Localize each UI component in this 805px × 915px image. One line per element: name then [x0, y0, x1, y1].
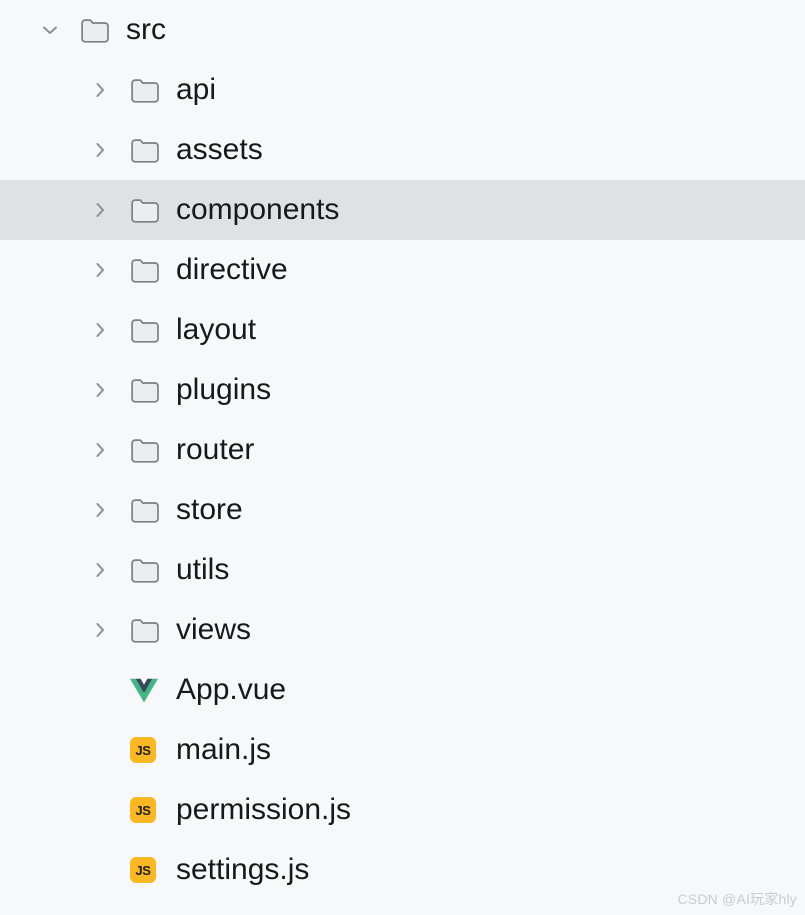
chevron-right-icon[interactable] [86, 436, 114, 464]
folder-icon [130, 555, 162, 585]
folder-label: plugins [176, 373, 272, 406]
file-label: App.vue [176, 673, 287, 706]
file-tree[interactable]: src api assets components directive layout plu… [0, 0, 805, 900]
chevron-right-icon[interactable] [86, 196, 114, 224]
chevron-right-icon[interactable] [86, 136, 114, 164]
chevron-right-icon[interactable] [86, 556, 114, 584]
file-label: settings.js [176, 853, 310, 886]
folder-label: src [126, 13, 166, 46]
folder-icon [130, 255, 162, 285]
js-file-icon: JS [130, 735, 162, 765]
chevron-right-icon[interactable] [86, 376, 114, 404]
folder-icon [130, 75, 162, 105]
tree-row[interactable]: views [0, 600, 805, 660]
tree-row[interactable]: api [0, 60, 805, 120]
folder-label: store [176, 493, 243, 526]
watermark: CSDN @AI玩家hly [677, 891, 797, 907]
tree-row[interactable]: assets [0, 120, 805, 180]
folder-icon [80, 15, 112, 45]
tree-row[interactable]: JS permission.js [0, 780, 805, 840]
file-label: permission.js [176, 793, 352, 826]
folder-label: directive [176, 253, 288, 286]
tree-row[interactable]: utils [0, 540, 805, 600]
folder-icon [130, 375, 162, 405]
chevron-right-icon[interactable] [86, 496, 114, 524]
folder-icon [130, 435, 162, 465]
twisty-placeholder [86, 736, 114, 764]
folder-label: api [176, 73, 217, 106]
tree-row[interactable]: JS main.js [0, 720, 805, 780]
twisty-placeholder [86, 856, 114, 884]
folder-icon [130, 195, 162, 225]
js-badge-label: JS [130, 737, 156, 763]
tree-row[interactable]: store [0, 480, 805, 540]
folder-icon [130, 495, 162, 525]
folder-label: router [176, 433, 255, 466]
vue-file-icon [130, 675, 162, 705]
folder-label: utils [176, 553, 230, 586]
chevron-right-icon[interactable] [86, 616, 114, 644]
tree-row[interactable]: App.vue [0, 660, 805, 720]
chevron-right-icon[interactable] [86, 316, 114, 344]
twisty-placeholder [86, 676, 114, 704]
js-badge-label: JS [130, 797, 156, 823]
tree-row[interactable]: layout [0, 300, 805, 360]
folder-label: views [176, 613, 252, 646]
chevron-right-icon[interactable] [86, 76, 114, 104]
tree-row[interactable]: router [0, 420, 805, 480]
folder-label: components [176, 193, 340, 226]
folder-label: assets [176, 133, 263, 166]
folder-icon [130, 615, 162, 645]
chevron-down-icon[interactable] [36, 16, 64, 44]
file-label: main.js [176, 733, 272, 766]
tree-row[interactable]: directive [0, 240, 805, 300]
folder-icon [130, 135, 162, 165]
tree-row[interactable]: plugins [0, 360, 805, 420]
tree-row[interactable]: src [0, 0, 805, 60]
folder-label: layout [176, 313, 257, 346]
folder-icon [130, 315, 162, 345]
chevron-right-icon[interactable] [86, 256, 114, 284]
js-badge-label: JS [130, 857, 156, 883]
twisty-placeholder [86, 796, 114, 824]
tree-row[interactable]: components [0, 180, 805, 240]
js-file-icon: JS [130, 795, 162, 825]
js-file-icon: JS [130, 855, 162, 885]
